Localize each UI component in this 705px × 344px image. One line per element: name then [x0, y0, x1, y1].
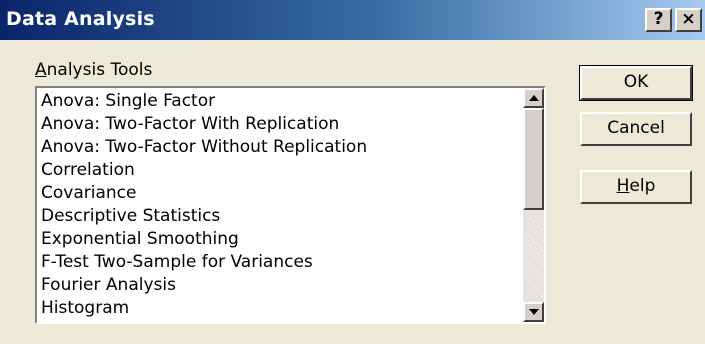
window-title: Data Analysis [6, 8, 155, 30]
help-button-accel: H [616, 176, 630, 196]
scroll-thumb[interactable] [523, 108, 544, 210]
arrow-up-icon [529, 95, 539, 101]
data-analysis-dialog: Data Analysis ? × Analysis Tools Anova: … [0, 0, 705, 344]
help-button[interactable]: Help [580, 170, 692, 204]
list-item-fourier-analysis[interactable]: Fourier Analysis [41, 274, 176, 297]
help-caption-button[interactable]: ? [645, 8, 672, 32]
list-item-anova-two-factor-with-replication[interactable]: Anova: Two-Factor With Replication [41, 113, 339, 136]
cancel-button[interactable]: Cancel [580, 112, 692, 146]
list-item-covariance[interactable]: Covariance [41, 182, 136, 205]
list-item-correlation[interactable]: Correlation [41, 159, 135, 182]
help-button-text: elp [629, 176, 656, 196]
analysis-tools-label: Analysis Tools [35, 60, 152, 80]
title-bar[interactable]: Data Analysis ? × [0, 0, 705, 40]
analysis-tools-label-accel: A [35, 60, 47, 80]
arrow-down-icon [529, 309, 539, 315]
analysis-tools-list: Anova: Single Factor Anova: Two-Factor W… [37, 88, 523, 322]
list-item-anova-two-factor-without-replication[interactable]: Anova: Two-Factor Without Replication [41, 136, 367, 159]
scroll-down-button[interactable] [523, 302, 544, 322]
analysis-tools-label-text: nalysis Tools [46, 60, 153, 80]
vertical-scrollbar[interactable] [523, 88, 544, 322]
list-item-exponential-smoothing[interactable]: Exponential Smoothing [41, 228, 239, 251]
list-item-anova-single-factor[interactable]: Anova: Single Factor [41, 90, 215, 113]
scroll-up-button[interactable] [523, 88, 544, 108]
ok-button[interactable]: OK [579, 65, 693, 101]
list-item-f-test[interactable]: F-Test Two-Sample for Variances [41, 251, 313, 274]
close-button[interactable]: × [675, 8, 702, 32]
analysis-tools-listbox[interactable]: Anova: Single Factor Anova: Two-Factor W… [35, 86, 546, 324]
list-item-descriptive-statistics[interactable]: Descriptive Statistics [41, 205, 220, 228]
list-item-histogram[interactable]: Histogram [41, 297, 129, 320]
